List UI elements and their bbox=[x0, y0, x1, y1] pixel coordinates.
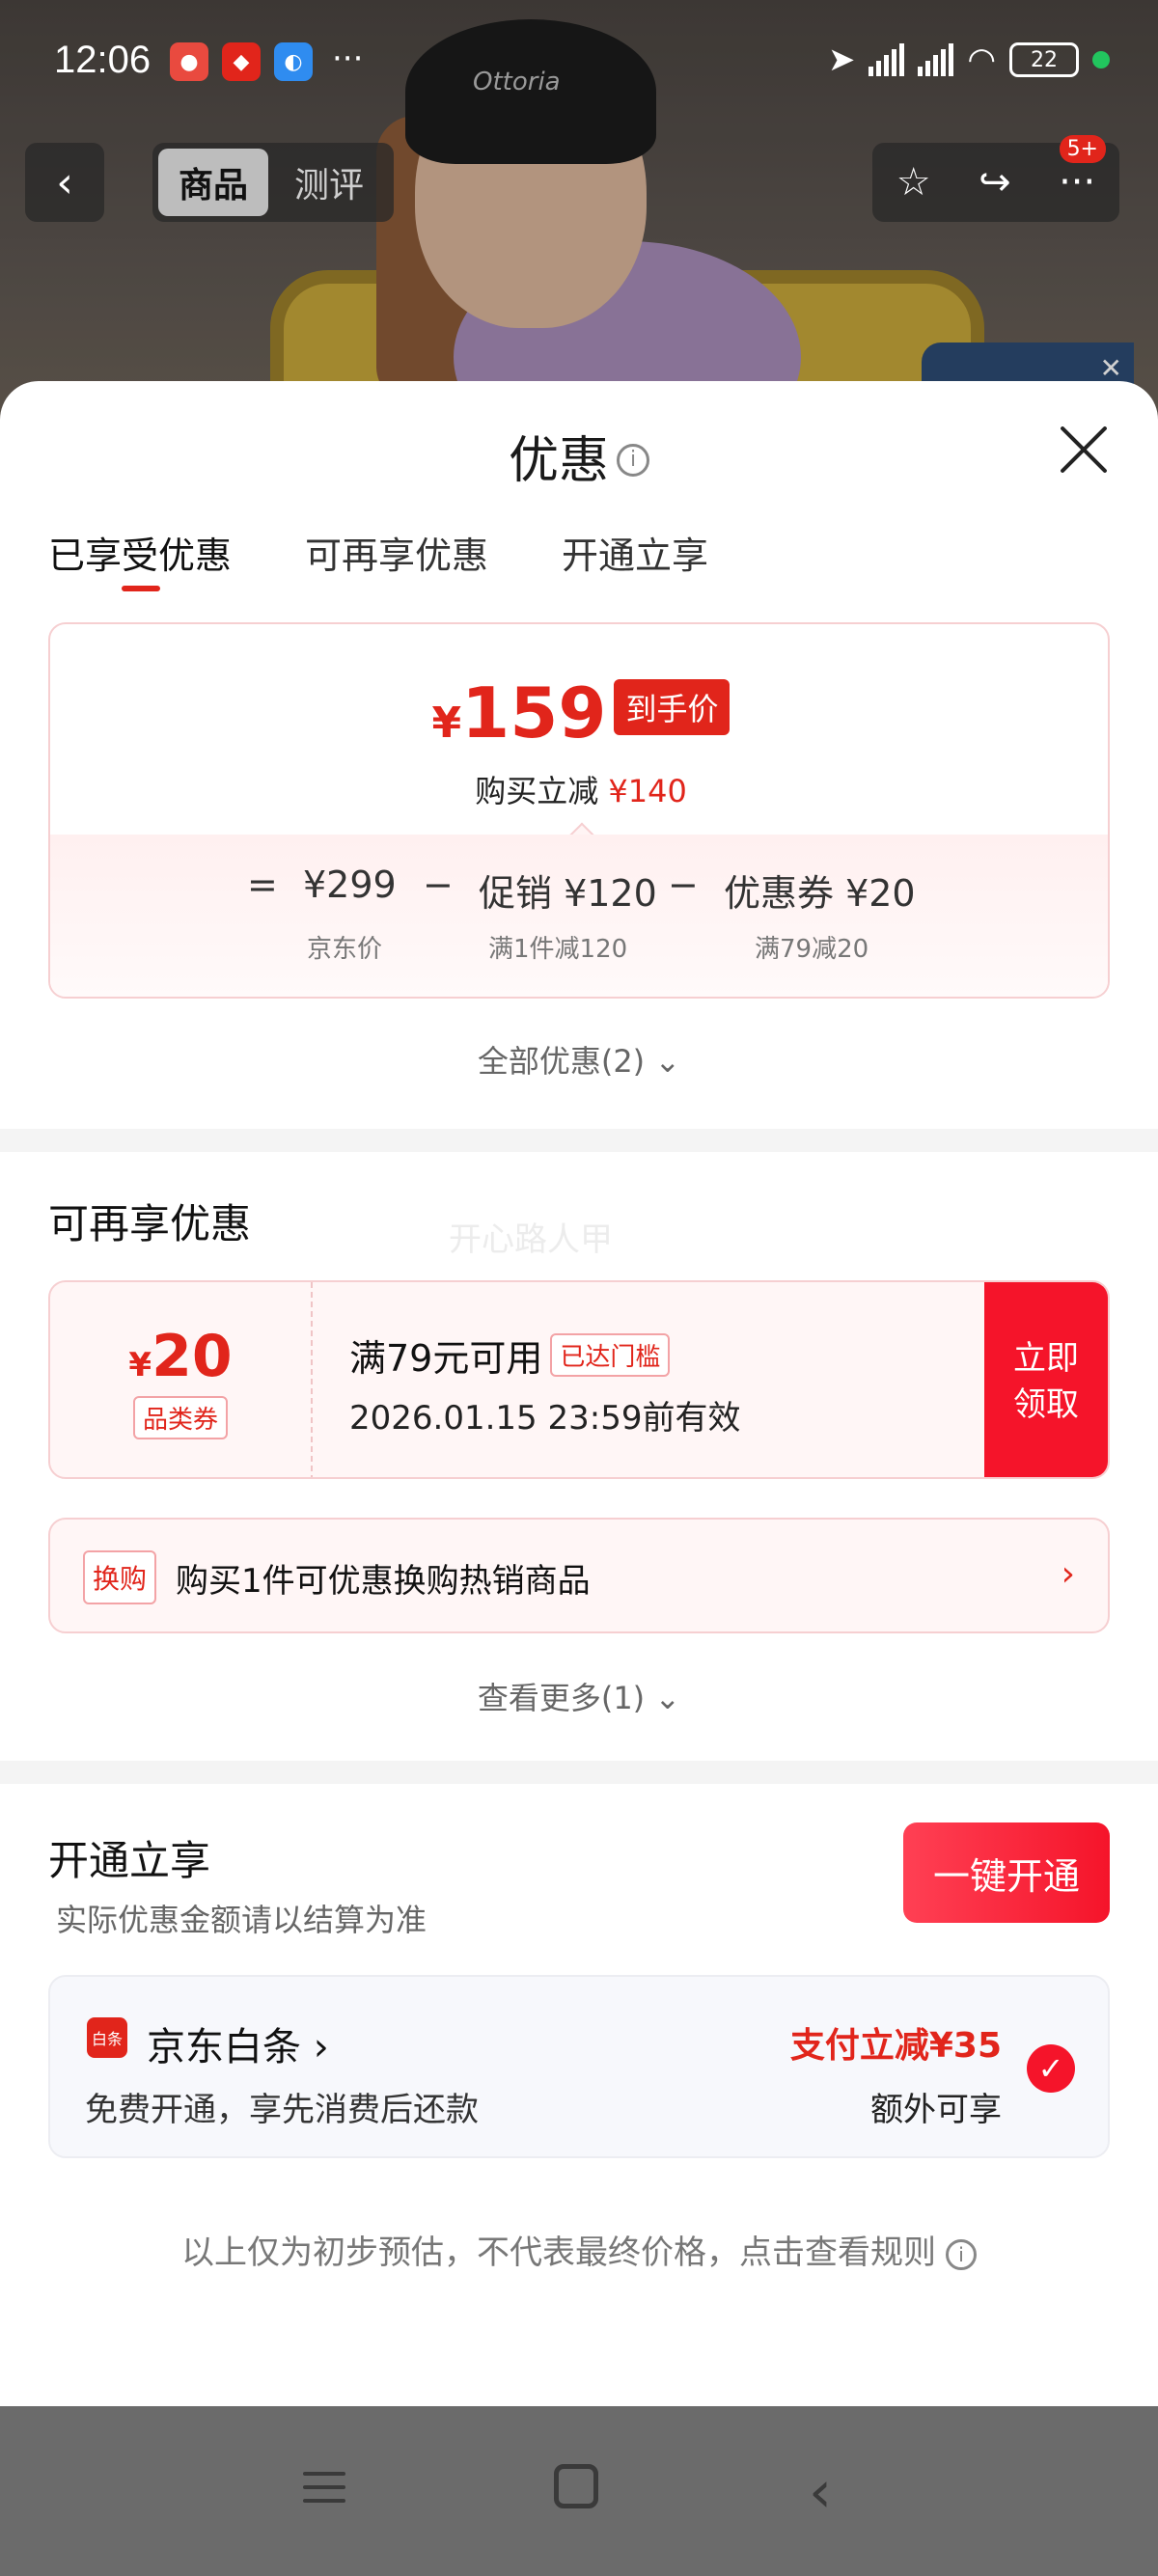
coupon-discount: 优惠券 ¥20 bbox=[724, 872, 916, 915]
tab-enjoyed[interactable]: 已享受优惠 bbox=[48, 526, 232, 591]
instant-discount-label: 购买立减 bbox=[475, 773, 599, 809]
watermark-text: 开心路人甲 bbox=[449, 1220, 613, 1259]
recent-apps-icon[interactable] bbox=[303, 2472, 345, 2512]
clock: 12:06 bbox=[54, 39, 152, 81]
app-icon-2: ◆ bbox=[222, 42, 261, 81]
section-divider-2 bbox=[0, 1761, 1158, 1784]
coupon-currency: ¥ bbox=[128, 1346, 152, 1384]
wifi-icon: ◠ bbox=[967, 41, 996, 79]
nav-actions: ☆ ↪ ··· 5+ bbox=[872, 135, 1119, 222]
app-icon-3: ◐ bbox=[274, 42, 313, 81]
promo-label: 满1件减120 bbox=[488, 935, 628, 964]
share-icon[interactable]: ↪ bbox=[979, 160, 1011, 205]
discount-tabs: 已享受优惠 可再享优惠 开通立享 bbox=[48, 526, 708, 591]
disclaimer[interactable]: 以上仅为初步预估，不代表最终价格，点击查看规则 i bbox=[0, 2226, 1158, 2273]
baitiao-extra: 额外可享 bbox=[870, 2091, 1002, 2129]
claim-coupon-button[interactable]: 立即领取 bbox=[984, 1282, 1108, 1477]
open-section-title: 开通立享 bbox=[48, 1837, 211, 1884]
back-button[interactable]: ‹ bbox=[25, 143, 104, 222]
checkmark-icon[interactable]: ✓ bbox=[1027, 2044, 1075, 2093]
final-price-tag: 到手价 bbox=[614, 679, 731, 735]
promo-discount: 促销 ¥120 bbox=[479, 872, 657, 915]
final-price-value: 159 bbox=[461, 672, 607, 754]
swap-offer-row[interactable]: 换购 购买1件可优惠换购热销商品 › bbox=[48, 1518, 1110, 1633]
instant-discount: 购买立减 ¥140 bbox=[50, 767, 1108, 811]
battery-level: 22 bbox=[1031, 47, 1058, 72]
currency-symbol: ¥ bbox=[431, 699, 462, 748]
sheet-title-text: 优惠 bbox=[508, 432, 609, 490]
baitiao-desc: 免费开通，享先消费后还款 bbox=[85, 2091, 479, 2129]
info-icon-2: i bbox=[946, 2239, 977, 2270]
one-click-open-button[interactable]: 一键开通 bbox=[903, 1822, 1110, 1923]
notification-icons: ● ◆ ◐ ··· bbox=[170, 42, 363, 81]
segment-control: 商品 测评 bbox=[152, 143, 394, 222]
minus-sign: − bbox=[423, 863, 454, 906]
coupon-condition: 满79元可用 bbox=[349, 1337, 543, 1380]
sheet-title: 优惠 i bbox=[0, 420, 1158, 492]
coupon-amount: 20 bbox=[152, 1323, 233, 1390]
signal-icon bbox=[868, 43, 905, 76]
back-icon[interactable]: ‹ bbox=[809, 2458, 832, 2526]
threshold-reached-tag: 已达门槛 bbox=[550, 1333, 671, 1377]
status-bar: 12:06 ● ◆ ◐ ··· ➤ ◠ 22 bbox=[0, 0, 1158, 125]
instant-discount-amount: ¥140 bbox=[608, 773, 687, 809]
message-badge: 5+ bbox=[1059, 135, 1106, 163]
baitiao-icon: 白条 bbox=[87, 2017, 127, 2058]
battery-icon: 22 bbox=[1009, 42, 1079, 77]
swap-text: 购买1件可优惠换购热销商品 bbox=[176, 1562, 591, 1601]
tab-more-available[interactable]: 可再享优惠 bbox=[305, 526, 488, 579]
baitiao-card[interactable]: 白条 京东白条 › 免费开通，享先消费后还款 支付立减¥35 额外可享 ✓ bbox=[48, 1975, 1110, 2158]
tab-review[interactable]: 测评 bbox=[274, 149, 384, 216]
coupon-label: 满79减20 bbox=[755, 935, 869, 964]
coupon-details: 满79元可用 已达门槛 2026.01.15 23:59前有效 bbox=[349, 1329, 740, 1439]
system-nav-bar: ‹ bbox=[0, 2406, 1158, 2576]
home-icon[interactable] bbox=[554, 2464, 598, 2508]
baitiao-name[interactable]: 京东白条 › bbox=[147, 2015, 329, 2071]
more-icon[interactable]: ··· bbox=[1059, 160, 1095, 205]
coupon-expiry: 2026.01.15 23:59前有效 bbox=[349, 1399, 741, 1438]
location-icon: ➤ bbox=[827, 41, 856, 79]
equals-sign: = bbox=[247, 863, 278, 906]
coupon-kind-tag: 品类券 bbox=[132, 1396, 228, 1439]
swap-tag: 换购 bbox=[83, 1550, 157, 1604]
jd-price: ¥299 bbox=[303, 863, 397, 906]
baitiao-saving: 支付立减¥35 bbox=[789, 2026, 1002, 2066]
tab-open-now[interactable]: 开通立享 bbox=[562, 526, 708, 579]
product-nav: ‹ 商品 测评 ☆ ↪ ··· 5+ bbox=[0, 135, 1158, 224]
section-divider bbox=[0, 1129, 1158, 1152]
tab-product[interactable]: 商品 bbox=[158, 149, 268, 216]
privacy-dot bbox=[1092, 51, 1110, 69]
system-indicators: ➤ ◠ 22 bbox=[828, 41, 1110, 79]
more-section-title: 可再享优惠 bbox=[48, 1200, 252, 1247]
disclaimer-text: 以上仅为初步预估，不代表最终价格，点击查看规则 bbox=[181, 2233, 936, 2272]
signal-icon-2 bbox=[918, 43, 954, 76]
app-icon-1: ● bbox=[170, 42, 208, 81]
open-section-subtitle: 实际优惠金额请以结算为准 bbox=[56, 1902, 427, 1938]
star-icon[interactable]: ☆ bbox=[896, 160, 931, 205]
discount-sheet: 优惠 i 已享受优惠 可再享优惠 开通立享 ¥159 到手价 购买立减 ¥140 =… bbox=[0, 381, 1158, 2407]
chevron-left-icon: ‹ bbox=[56, 157, 73, 207]
final-price: ¥159 到手价 bbox=[50, 672, 1108, 754]
price-breakdown-card: ¥159 到手价 购买立减 ¥140 = ¥299 − 促销 ¥120 − 优惠券… bbox=[48, 622, 1110, 999]
view-more-link[interactable]: 查看更多(1) ⌄ bbox=[0, 1674, 1158, 1718]
jd-price-label: 京东价 bbox=[307, 935, 383, 964]
coupon-card: ¥20 品类券 满79元可用 已达门槛 2026.01.15 23:59前有效 立… bbox=[48, 1280, 1110, 1479]
all-offers-link[interactable]: 全部优惠(2) ⌄ bbox=[0, 1037, 1158, 1082]
minus-sign-2: − bbox=[668, 863, 699, 906]
chevron-right-icon: › bbox=[1061, 1554, 1075, 1594]
info-icon[interactable]: i bbox=[617, 444, 649, 477]
coupon-amount-block: ¥20 品类券 bbox=[50, 1282, 313, 1477]
more-notifications-icon: ··· bbox=[332, 40, 364, 78]
close-button[interactable] bbox=[1058, 424, 1110, 476]
